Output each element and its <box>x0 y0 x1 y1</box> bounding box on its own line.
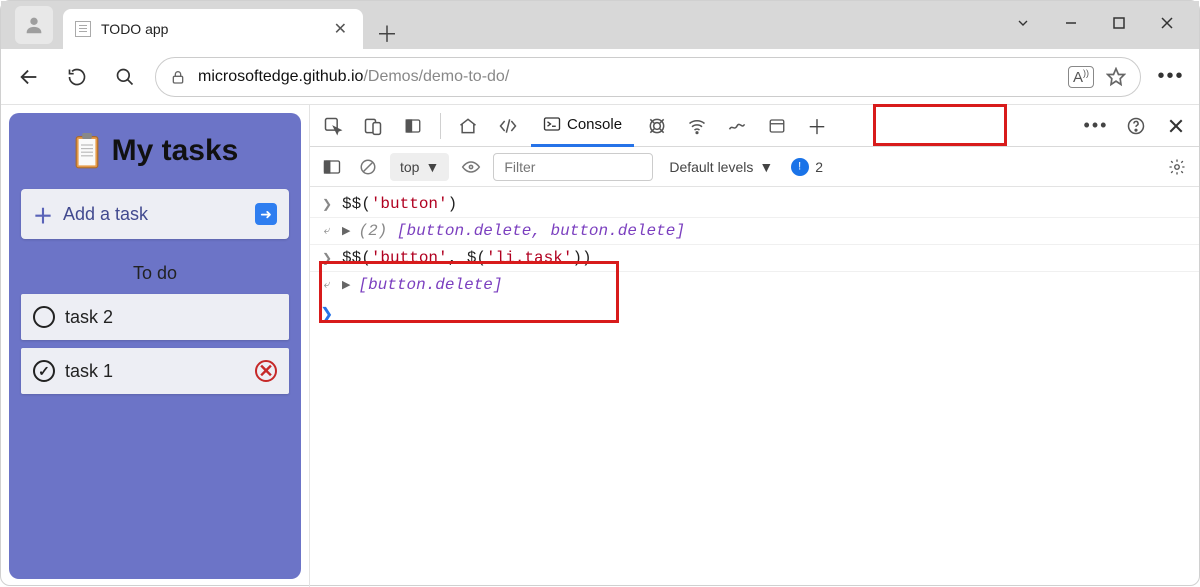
issues-indicator[interactable]: ! 2 <box>791 158 823 176</box>
task-item[interactable]: task 1 ✕ <box>21 348 289 394</box>
console-result: [button.delete] <box>358 276 502 294</box>
performance-tab-icon[interactable] <box>720 109 754 143</box>
console-input-row[interactable]: ❯ $$('button', $('li.task')) <box>310 245 1199 272</box>
add-task-label: Add a task <box>63 204 148 225</box>
input-chevron-icon: ❯ <box>320 197 334 212</box>
device-icon[interactable] <box>356 109 390 143</box>
log-levels-selector[interactable]: Default levels ▼ <box>669 159 773 175</box>
lock-icon <box>170 68 186 86</box>
devtools-panel: Console ＋ ••• top ▼ D <box>309 105 1199 587</box>
context-selector[interactable]: top ▼ <box>390 153 449 181</box>
plus-icon: ＋ <box>33 200 53 229</box>
clipboard-icon <box>72 133 102 169</box>
delete-task-button[interactable]: ✕ <box>255 360 277 382</box>
browser-titlebar: TODO app ✕ ＋ <box>1 1 1199 49</box>
more-button[interactable]: ••• <box>1153 59 1189 95</box>
help-button[interactable] <box>1119 109 1153 143</box>
elements-tab-icon[interactable] <box>491 109 525 143</box>
new-tab-button[interactable]: ＋ <box>371 17 403 49</box>
network-tab-icon[interactable] <box>680 109 714 143</box>
file-icon <box>75 21 91 37</box>
devtools-more-button[interactable]: ••• <box>1079 109 1113 143</box>
console-output-row[interactable]: ⤶ ▶ [button.delete] <box>310 272 1199 298</box>
output-chevron-icon: ⤶ <box>320 278 334 292</box>
chevron-down-icon: ▼ <box>759 159 773 175</box>
add-tab-button[interactable]: ＋ <box>800 109 834 143</box>
chevron-down-icon[interactable] <box>999 3 1047 43</box>
issues-count: 2 <box>815 159 823 175</box>
task-label: task 2 <box>65 307 113 328</box>
profile-button[interactable] <box>15 6 53 44</box>
inspect-icon[interactable] <box>316 109 350 143</box>
add-task-input[interactable]: ＋ Add a task ➜ <box>21 189 289 239</box>
app-title: My tasks <box>112 134 239 168</box>
address-bar[interactable]: microsoftedge.github.io/Demos/demo-to-do… <box>155 57 1141 97</box>
console-input-row[interactable]: ❯ $$('button') <box>310 191 1199 218</box>
task-label: task 1 <box>65 361 113 382</box>
task-checkbox[interactable] <box>33 306 55 328</box>
expand-icon[interactable]: ▶ <box>342 224 350 238</box>
section-title: To do <box>21 263 289 284</box>
chevron-down-icon: ▼ <box>425 159 439 175</box>
content-row: My tasks ＋ Add a task ➜ To do task 2 tas… <box>1 105 1199 587</box>
context-label: top <box>400 159 419 175</box>
task-checkbox-checked[interactable] <box>33 360 55 382</box>
browser-toolbar: microsoftedge.github.io/Demos/demo-to-do… <box>1 49 1199 105</box>
console-tab-label: Console <box>567 116 622 133</box>
console-result: (2) [button.delete, button.delete] <box>358 222 684 240</box>
app-header: My tasks <box>21 133 289 169</box>
clear-console-button[interactable] <box>354 153 382 181</box>
sources-tab-icon[interactable] <box>640 109 674 143</box>
read-aloud-icon[interactable]: A)) <box>1068 66 1094 88</box>
todo-app-card: My tasks ＋ Add a task ➜ To do task 2 tas… <box>9 113 301 579</box>
maximize-button[interactable] <box>1095 3 1143 43</box>
browser-tab[interactable]: TODO app ✕ <box>63 9 363 49</box>
refresh-button[interactable] <box>59 59 95 95</box>
search-button[interactable] <box>107 59 143 95</box>
console-body: ❯ $$('button') ⤶ ▶ (2) [button.delete, b… <box>310 187 1199 334</box>
expand-icon[interactable]: ▶ <box>342 278 350 292</box>
console-settings-button[interactable] <box>1163 153 1191 181</box>
console-code: $$('button') <box>342 195 457 213</box>
levels-label: Default levels <box>669 159 753 175</box>
url-text: microsoftedge.github.io/Demos/demo-to-do… <box>198 68 509 86</box>
back-button[interactable] <box>11 59 47 95</box>
application-tab-icon[interactable] <box>760 109 794 143</box>
annotation-highlight <box>873 104 1007 146</box>
favorite-button[interactable] <box>1106 67 1126 87</box>
panel-icon[interactable] <box>396 109 430 143</box>
console-toolbar: top ▼ Default levels ▼ ! 2 <box>310 147 1199 187</box>
devtools-tabbar: Console ＋ ••• <box>310 105 1199 147</box>
issues-icon: ! <box>788 154 813 179</box>
console-tab[interactable]: Console <box>531 105 634 147</box>
filter-input[interactable] <box>493 153 653 181</box>
console-prompt[interactable]: ❯ <box>310 298 1199 330</box>
live-expression-button[interactable] <box>457 153 485 181</box>
close-devtools-button[interactable] <box>1159 109 1193 143</box>
task-item[interactable]: task 2 <box>21 294 289 340</box>
toggle-sidebar-button[interactable] <box>318 153 346 181</box>
tab-title: TODO app <box>101 21 320 37</box>
url-host: microsoftedge.github.io <box>198 68 363 85</box>
close-tab-button[interactable]: ✕ <box>330 15 351 43</box>
submit-task-button[interactable]: ➜ <box>255 203 277 225</box>
minimize-button[interactable] <box>1047 3 1095 43</box>
url-path: /Demos/demo-to-do/ <box>363 68 509 85</box>
close-window-button[interactable] <box>1143 3 1191 43</box>
input-chevron-icon: ❯ <box>320 251 334 266</box>
welcome-tab-icon[interactable] <box>451 109 485 143</box>
output-chevron-icon: ⤶ <box>320 224 334 238</box>
window-controls <box>999 3 1191 43</box>
console-code: $$('button', $('li.task')) <box>342 249 592 267</box>
console-output-row[interactable]: ⤶ ▶ (2) [button.delete, button.delete] <box>310 218 1199 245</box>
todo-app-panel: My tasks ＋ Add a task ➜ To do task 2 tas… <box>1 105 309 587</box>
